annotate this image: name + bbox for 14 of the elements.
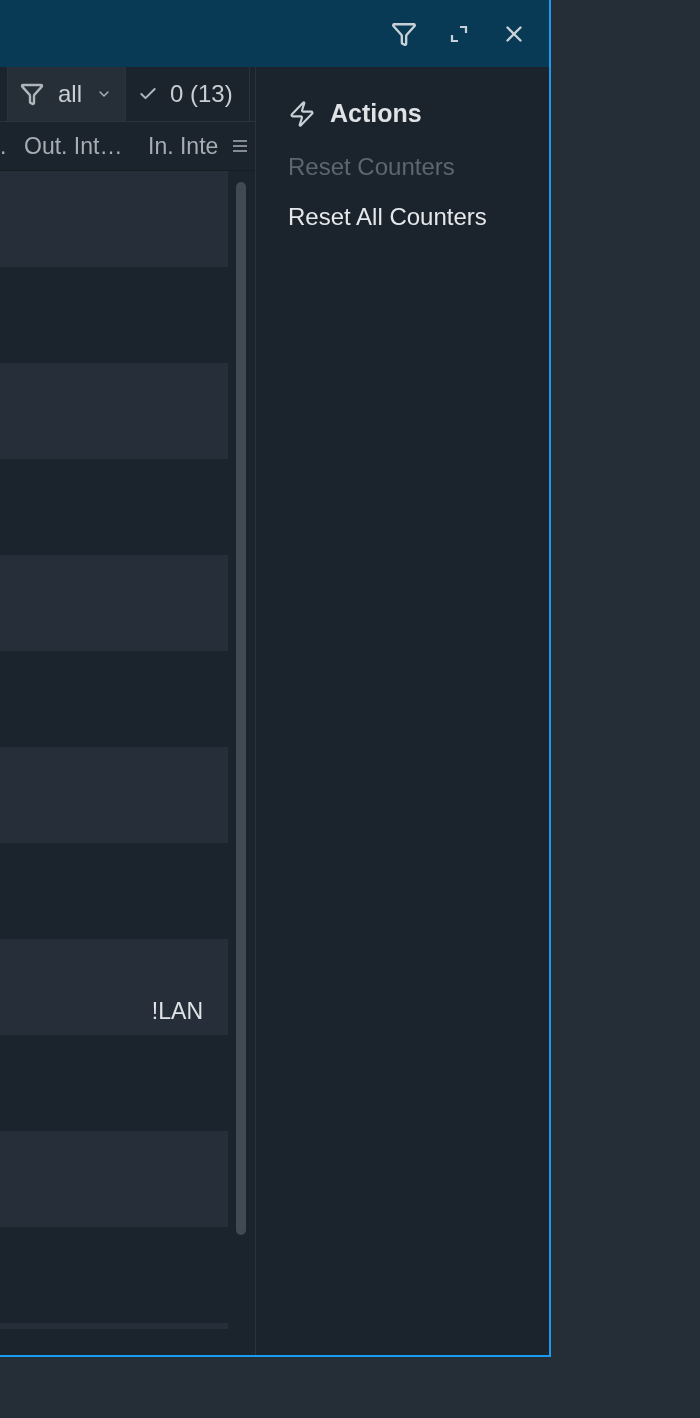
column-header[interactable]: Out. Int… [24, 132, 148, 160]
column-header[interactable]: In. Inte [148, 132, 232, 160]
filter-icon [20, 82, 44, 106]
action-item[interactable]: Reset All Counters [288, 192, 487, 242]
filter-dropdown[interactable]: all [8, 67, 126, 121]
menu-icon[interactable] [232, 138, 248, 154]
scrollbar-thumb[interactable] [236, 182, 246, 1235]
expand-icon[interactable] [449, 23, 469, 44]
panel-title: Actions [330, 99, 422, 128]
table-cell: !LAN [151, 998, 203, 1025]
filter-icon[interactable] [391, 20, 417, 47]
column-header[interactable]: . [0, 132, 24, 160]
lightning-icon [288, 99, 316, 128]
table-row[interactable]: !LAN [0, 939, 228, 1035]
